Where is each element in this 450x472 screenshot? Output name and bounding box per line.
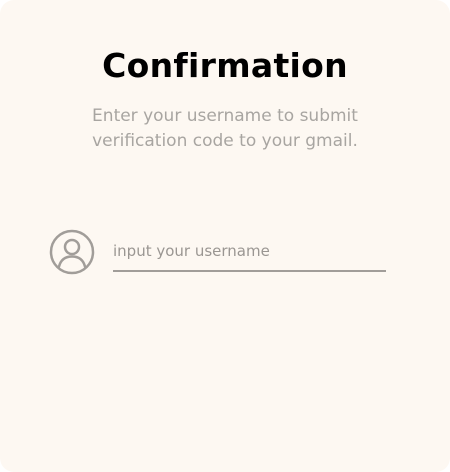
- username-input[interactable]: [113, 232, 386, 272]
- instruction-text: Enter your username to submit verificati…: [92, 106, 358, 151]
- confirmation-card: Confirmation Enter your username to subm…: [0, 0, 450, 472]
- page-title: Confirmation: [102, 46, 348, 85]
- user-icon: [49, 229, 95, 275]
